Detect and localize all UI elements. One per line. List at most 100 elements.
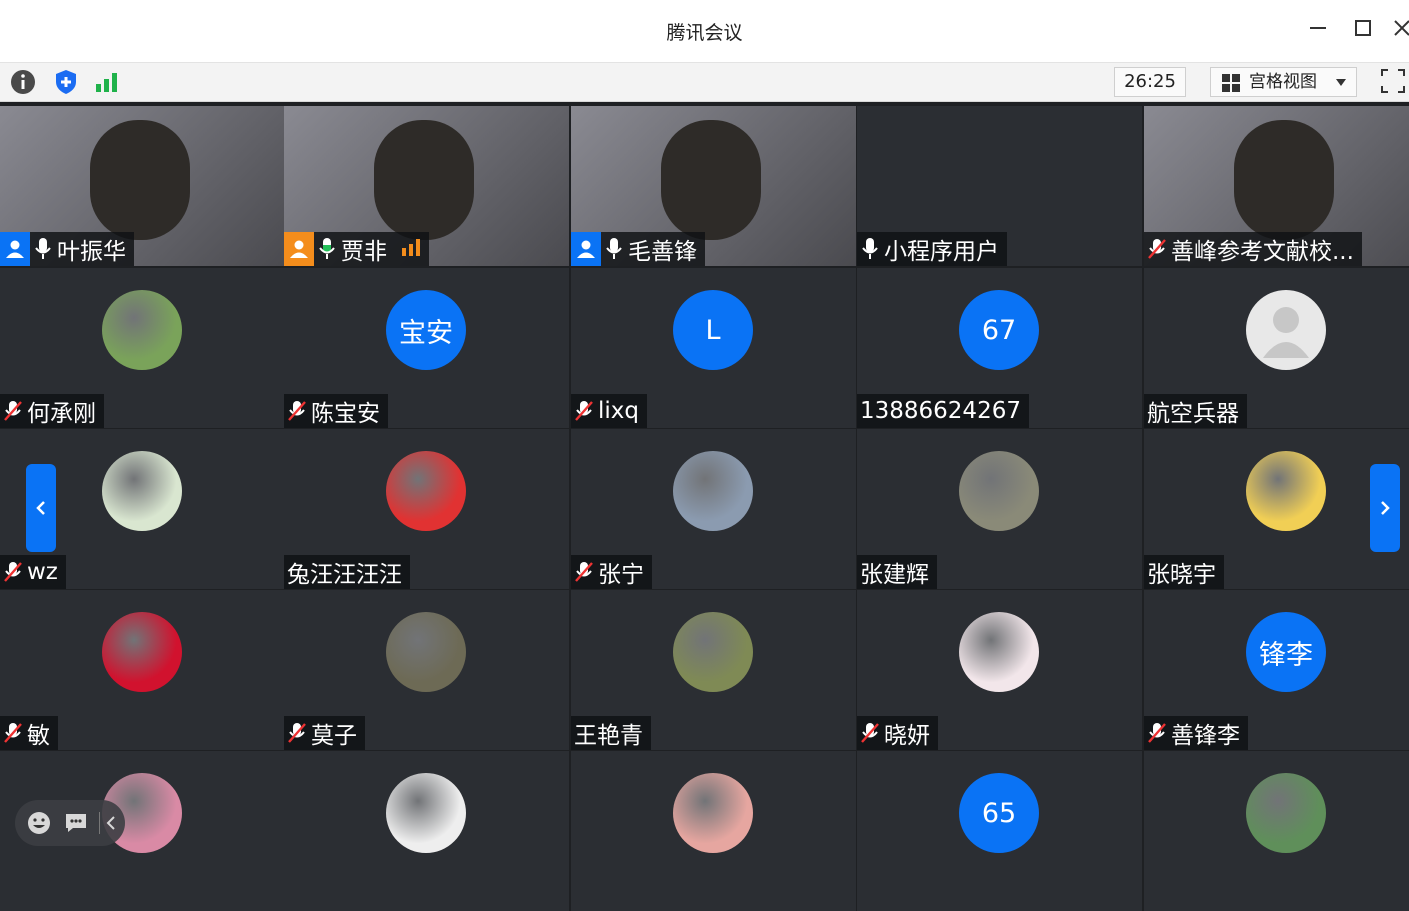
security-shield-icon[interactable] (52, 68, 80, 96)
participant-tile[interactable]: 晓妍 (857, 590, 1142, 750)
participant-name: 航空兵器 (1147, 401, 1239, 427)
participant-tile[interactable]: 何承刚 (0, 268, 285, 428)
participant-name-bar: 航空兵器 (1144, 394, 1247, 428)
participant-name: 陈宝安 (311, 401, 380, 427)
participant-avatar (102, 290, 182, 370)
member-badge-icon (571, 232, 601, 266)
participant-tile[interactable]: 贾非 (284, 106, 569, 266)
participant-avatar: 65 (959, 773, 1039, 853)
participant-name: 兔汪汪汪汪 (287, 562, 402, 588)
mic-muted-icon (286, 398, 308, 424)
mic-muted-icon (2, 398, 24, 424)
participant-name-bar: 贾非 (284, 232, 429, 266)
collapse-chevron-icon[interactable] (106, 815, 116, 831)
participant-name: 善峰参考文献校... (1171, 239, 1354, 265)
mic-muted-icon (286, 720, 308, 746)
participant-avatar (1246, 290, 1326, 370)
participant-name-bar: 陈宝安 (284, 394, 388, 428)
host-badge-icon (284, 232, 314, 266)
network-signal-icon[interactable] (93, 68, 121, 96)
participant-tile[interactable]: 善峰参考文献校... (1144, 106, 1409, 266)
info-icon[interactable] (9, 68, 37, 96)
participant-tile[interactable]: 航空兵器 (1144, 268, 1409, 428)
participant-avatar: 宝安 (386, 290, 466, 370)
mic-muted-icon (1146, 236, 1168, 262)
participant-name: 毛善锋 (628, 239, 697, 265)
mic-muted-icon (859, 720, 881, 746)
participant-name: lixq (598, 398, 639, 424)
participant-name-bar: 13886624267 (857, 394, 1029, 428)
participant-tile[interactable]: 叶振华 (0, 106, 285, 266)
participant-name: wz (27, 559, 58, 585)
maximize-icon[interactable] (1350, 18, 1376, 44)
participant-name-bar: 兔汪汪汪汪 (284, 555, 410, 589)
title-bar: 腾讯会议 (0, 0, 1409, 63)
minimize-icon[interactable] (1305, 18, 1331, 44)
participant-tile[interactable]: 毛善锋 (571, 106, 856, 266)
participant-name-bar: 何承刚 (0, 394, 104, 428)
next-page-button[interactable] (1370, 464, 1400, 552)
participant-tile[interactable]: 莫子 (284, 590, 569, 750)
participant-name-bar: 善锋李 (1144, 716, 1248, 750)
meeting-toolbar: 26:25 宫格视图 (0, 63, 1409, 102)
fullscreen-icon[interactable] (1380, 68, 1408, 96)
participant-tile[interactable]: 宝安陈宝安 (284, 268, 569, 428)
chevron-left-icon (36, 501, 45, 515)
divider (99, 812, 100, 834)
mic-muted-icon (2, 720, 24, 746)
participant-avatar (673, 612, 753, 692)
floating-reaction-bar (15, 800, 125, 846)
member-badge-icon (0, 232, 30, 266)
participant-avatar: 67 (959, 290, 1039, 370)
participant-name-bar: 王艳青 (571, 716, 651, 750)
participant-tile[interactable] (284, 751, 569, 911)
participant-avatar (959, 612, 1039, 692)
mic-icon (32, 236, 54, 262)
caret-down-icon (1336, 79, 1346, 86)
participant-tile[interactable]: Llixq (571, 268, 856, 428)
mic-muted-icon (2, 559, 24, 585)
participant-name-bar: 晓妍 (857, 716, 938, 750)
participant-tile[interactable]: 张建辉 (857, 429, 1142, 589)
participant-name-bar: 善峰参考文献校... (1144, 232, 1362, 266)
view-mode-label: 宫格视图 (1249, 72, 1317, 92)
participant-tile[interactable]: 小程序用户 (857, 106, 1142, 266)
participant-tile[interactable]: 张宁 (571, 429, 856, 589)
participant-tile[interactable] (1144, 751, 1409, 911)
participant-tile[interactable]: 敏 (0, 590, 285, 750)
participant-tile[interactable]: 锋李善锋李 (1144, 590, 1409, 750)
meeting-timer: 26:25 (1114, 67, 1186, 97)
participant-tile[interactable]: 67 13886624267 (857, 268, 1142, 428)
participant-name: 王艳青 (574, 723, 643, 749)
participant-tile[interactable]: 王艳青 (571, 590, 856, 750)
participant-grid: 叶振华 贾非 毛善锋 小程序用户 善峰参考文献校... 何承刚 宝安 陈宝安 Llixq 67 13… (0, 102, 1409, 911)
participant-name: 晓妍 (884, 723, 930, 749)
participant-tile[interactable]: 65 (857, 751, 1142, 911)
participant-name: 张宁 (598, 562, 644, 588)
window-title: 腾讯会议 (666, 22, 743, 44)
participant-name: 贾非 (341, 239, 387, 265)
mic-muted-icon (573, 559, 595, 585)
previous-page-button[interactable] (26, 464, 56, 552)
participant-tile[interactable] (571, 751, 856, 911)
participant-name-bar: 敏 (0, 716, 58, 750)
participant-avatar (102, 612, 182, 692)
participant-avatar (1246, 451, 1326, 531)
mic-icon (603, 236, 625, 262)
participant-name-bar: 张晓宇 (1144, 555, 1224, 589)
emoji-icon[interactable] (27, 811, 51, 835)
participant-avatar (102, 451, 182, 531)
participant-name-bar: 莫子 (284, 716, 365, 750)
participant-tile[interactable]: 兔汪汪汪汪 (284, 429, 569, 589)
participant-avatar (386, 773, 466, 853)
signal-strength-icon (401, 236, 421, 262)
chat-icon[interactable] (64, 811, 88, 835)
participant-name: 莫子 (311, 723, 357, 749)
participant-avatar (386, 451, 466, 531)
participant-name: 小程序用户 (884, 239, 999, 265)
view-mode-dropdown[interactable]: 宫格视图 (1210, 67, 1357, 97)
close-icon[interactable] (1392, 18, 1409, 44)
mic-icon (316, 236, 338, 262)
participant-avatar (386, 612, 466, 692)
participant-avatar: 锋李 (1246, 612, 1326, 692)
